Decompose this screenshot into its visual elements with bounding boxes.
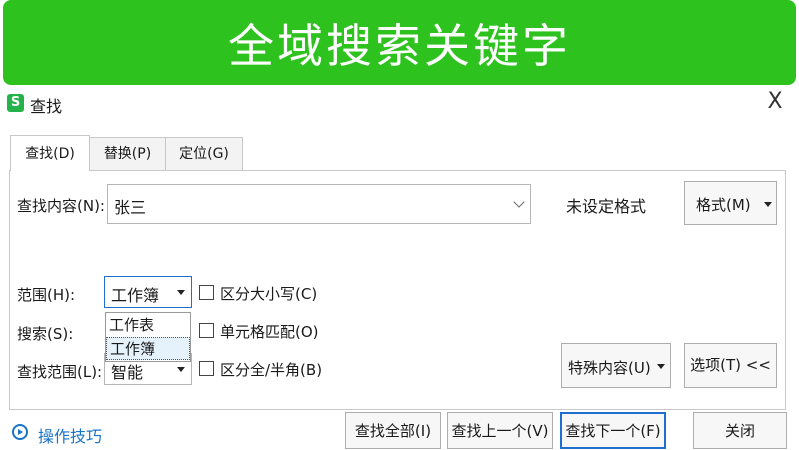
wps-spreadsheet-icon: S <box>7 94 24 112</box>
search-label: 搜索(S): <box>17 325 74 343</box>
play-circle-icon <box>12 424 28 440</box>
chevron-down-icon[interactable] <box>513 196 525 208</box>
scope-dropdown-list: 工作表 工作簿 <box>105 312 191 362</box>
find-previous-button[interactable]: 查找上一个(V) <box>447 412 553 449</box>
tab-goto[interactable]: 定位(G) <box>165 137 243 170</box>
special-content-label: 特殊内容(U) <box>568 359 651 377</box>
dropdown-arrow-icon <box>657 364 665 369</box>
find-input-value: 张三 <box>114 198 147 217</box>
options-button[interactable]: 选项(T) << <box>684 343 777 388</box>
find-all-button[interactable]: 查找全部(I) <box>345 412 441 449</box>
special-content-button[interactable]: 特殊内容(U) <box>561 343 671 388</box>
scope-option-sheet[interactable]: 工作表 <box>106 314 190 337</box>
find-input[interactable]: 张三 <box>107 184 531 224</box>
match-cell-label: 单元格匹配(O) <box>220 323 319 341</box>
match-width-checkbox[interactable] <box>199 361 214 376</box>
find-dialog: S 查找 X 查找(D) 替换(P) 定位(G) 查找内容(N): 张三 未设定… <box>0 85 799 449</box>
scope-label: 范围(H): <box>17 286 76 304</box>
find-next-button[interactable]: 查找下一个(F) <box>560 412 666 449</box>
format-button[interactable]: 格式(M) <box>684 181 777 225</box>
dialog-title: 查找 <box>30 97 63 116</box>
close-icon[interactable]: X <box>763 89 787 115</box>
banner-title: 全域搜索关键字 <box>228 18 571 73</box>
lookin-label: 查找范围(L): <box>17 363 103 381</box>
scope-select[interactable]: 工作簿 <box>104 276 192 308</box>
match-case-checkbox[interactable] <box>199 285 214 300</box>
scope-select-value: 工作簿 <box>111 286 160 305</box>
dropdown-arrow-icon <box>177 290 185 295</box>
title-bar: S 查找 X <box>0 85 799 121</box>
match-width-label: 区分全/半角(B) <box>220 361 323 379</box>
match-cell-checkbox[interactable] <box>199 323 214 338</box>
tips-link[interactable]: 操作技巧 <box>38 423 102 447</box>
dropdown-arrow-icon <box>764 202 772 207</box>
banner: 全域搜索关键字 <box>3 0 796 85</box>
match-case-label: 区分大小写(C) <box>220 285 318 303</box>
tab-find[interactable]: 查找(D) <box>10 135 90 171</box>
scope-option-workbook[interactable]: 工作簿 <box>106 337 190 360</box>
close-button[interactable]: 关闭 <box>693 412 787 449</box>
find-label: 查找内容(N): <box>17 197 105 215</box>
lookin-select-value: 智能 <box>111 363 144 382</box>
format-button-label: 格式(M) <box>696 196 751 214</box>
format-status: 未设定格式 <box>566 197 647 216</box>
tab-replace[interactable]: 替换(P) <box>89 137 166 170</box>
dropdown-arrow-icon <box>177 367 185 372</box>
